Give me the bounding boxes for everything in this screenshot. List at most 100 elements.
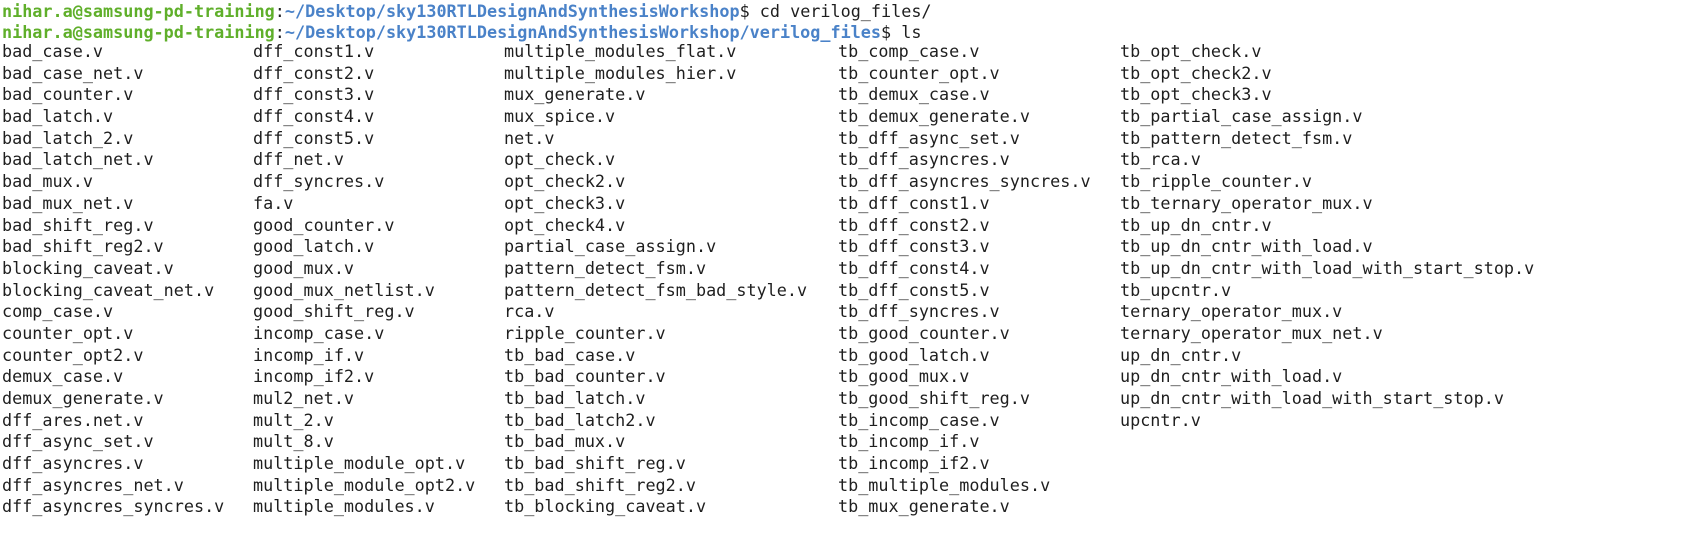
file-entry: tb_dff_const3.v <box>838 236 990 257</box>
file-entry: tb_bad_shift_reg.v <box>504 453 686 474</box>
file-entry: tb_mux_generate.v <box>838 496 1010 517</box>
file-entry: tb_up_dn_cntr_with_load_with_start_stop.… <box>1120 257 1535 278</box>
file-entry: upcntr.v <box>1120 409 1201 430</box>
file-entry: tb_opt_check2.v <box>1120 62 1272 83</box>
file-entry: tb_dff_async_set.v <box>838 127 1020 148</box>
file-entry: multiple_modules.v <box>253 496 435 517</box>
file-entry: good_latch.v <box>253 236 375 257</box>
file-entry: dff_syncres.v <box>253 171 385 192</box>
prompt-symbol: $ <box>881 22 892 42</box>
file-entry: incomp_if.v <box>253 344 365 365</box>
prompt-user-host: nihar.a@samsung-pd-training <box>2 1 275 21</box>
file-entry: counter_opt2.v <box>2 344 144 365</box>
file-entry: tb_good_counter.v <box>838 322 1010 343</box>
file-entry: bad_shift_reg2.v <box>2 236 164 257</box>
file-entry: demux_case.v <box>2 366 124 387</box>
file-entry: dff_const5.v <box>253 127 375 148</box>
file-entry: tb_demux_generate.v <box>838 106 1030 127</box>
file-entry: bad_latch_2.v <box>2 127 134 148</box>
file-entry: dff_const4.v <box>253 106 375 127</box>
file-entry: tb_pattern_detect_fsm.v <box>1120 127 1353 148</box>
file-entry: good_shift_reg.v <box>253 301 415 322</box>
file-entry: tb_ternary_operator_mux.v <box>1120 192 1373 213</box>
file-entry: incomp_if2.v <box>253 366 375 387</box>
file-entry: up_dn_cntr_with_load.v <box>1120 366 1343 387</box>
prompt-path: ~/Desktop/sky130RTLDesignAndSynthesisWor… <box>284 22 881 42</box>
file-entry: good_mux.v <box>253 257 355 278</box>
file-entry: tb_dff_const1.v <box>838 192 990 213</box>
prompt-path: ~/Desktop/sky130RTLDesignAndSynthesisWor… <box>284 1 740 21</box>
file-entry: up_dn_cntr_with_load_with_start_stop.v <box>1120 388 1504 408</box>
file-entry: tb_dff_const2.v <box>838 214 990 235</box>
file-entry: tb_up_dn_cntr_with_load.v <box>1120 236 1373 257</box>
file-entry: tb_bad_case.v <box>504 344 636 365</box>
file-entry: bad_counter.v <box>2 84 134 105</box>
file-entry: tb_bad_latch2.v <box>504 409 656 430</box>
file-entry: fa.v <box>253 192 294 213</box>
file-entry: tb_partial_case_assign.v <box>1120 106 1363 127</box>
file-entry: tb_dff_const5.v <box>838 279 990 300</box>
ls-column-2: dff_const1.v dff_const2.v dff_const3.v dff_… <box>253 41 475 518</box>
file-entry: good_counter.v <box>253 214 395 235</box>
file-entry: bad_mux_net.v <box>2 192 134 213</box>
file-entry: ternary_operator_mux.v <box>1120 301 1343 322</box>
file-entry: tb_upcntr.v <box>1120 279 1232 300</box>
prompt-separator: : <box>274 1 285 21</box>
file-entry: dff_const2.v <box>253 62 375 83</box>
file-entry: tb_demux_case.v <box>838 84 990 105</box>
file-entry: bad_case_net.v <box>2 62 144 83</box>
ls-column-4: tb_comp_case.v tb_counter_opt.v tb_demux_c… <box>838 41 1091 518</box>
file-entry: tb_incomp_if.v <box>838 431 980 452</box>
file-entry: dff_async_set.v <box>2 431 154 452</box>
prompt-symbol: $ <box>739 1 750 21</box>
file-entry: tb_counter_opt.v <box>838 62 1000 83</box>
file-entry: blocking_caveat.v <box>2 257 174 278</box>
file-entry: tb_bad_mux.v <box>504 431 626 452</box>
file-entry: tb_blocking_caveat.v <box>504 496 707 517</box>
prompt-line-ls: nihar.a@samsung-pd-training:~/Desktop/sk… <box>2 21 921 43</box>
prompt-command: cd verilog_files/ <box>749 1 932 21</box>
file-entry: tb_opt_check3.v <box>1120 84 1272 105</box>
file-entry: comp_case.v <box>2 301 114 322</box>
file-entry: mux_spice.v <box>504 106 616 127</box>
file-entry: dff_ares.net.v <box>2 409 144 430</box>
file-entry: mul2_net.v <box>253 388 355 408</box>
file-entry: ternary_operator_mux_net.v <box>1120 322 1383 343</box>
prompt-command: ls <box>891 22 922 42</box>
prompt-separator: : <box>274 22 285 42</box>
file-entry: tb_good_mux.v <box>838 366 970 387</box>
file-entry: multiple_modules_hier.v <box>504 62 737 83</box>
file-entry: tb_bad_counter.v <box>504 366 666 387</box>
file-entry: tb_good_shift_reg.v <box>838 388 1030 408</box>
file-entry: tb_incomp_case.v <box>838 409 1000 430</box>
file-entry: tb_dff_asyncres_syncres.v <box>838 171 1091 192</box>
file-entry: tb_incomp_if2.v <box>838 453 990 474</box>
prompt-user-host: nihar.a@samsung-pd-training <box>2 22 275 42</box>
file-entry: tb_ripple_counter.v <box>1120 171 1312 192</box>
file-entry: multiple_module_opt2.v <box>253 474 476 495</box>
file-entry: ripple_counter.v <box>504 322 666 343</box>
file-entry: bad_latch.v <box>2 106 114 127</box>
file-entry: tb_good_latch.v <box>838 344 990 365</box>
file-entry: counter_opt.v <box>2 322 134 343</box>
file-entry: tb_up_dn_cntr.v <box>1120 214 1272 235</box>
file-entry: dff_net.v <box>253 149 344 170</box>
file-entry: multiple_module_opt.v <box>253 453 466 474</box>
file-entry: tb_bad_latch.v <box>504 388 646 408</box>
file-entry: dff_asyncres_net.v <box>2 474 184 495</box>
file-entry: dff_asyncres_syncres.v <box>2 496 225 517</box>
prompt-line-cd: nihar.a@samsung-pd-training:~/Desktop/sk… <box>2 0 932 22</box>
terminal-window[interactable]: nihar.a@samsung-pd-training:~/Desktop/sk… <box>0 0 1687 537</box>
file-entry: tb_dff_const4.v <box>838 257 990 278</box>
file-entry: bad_mux.v <box>2 171 93 192</box>
file-entry: pattern_detect_fsm_bad_style.v <box>504 279 808 300</box>
file-entry: bad_latch_net.v <box>2 149 154 170</box>
ls-column-5: tb_opt_check.v tb_opt_check2.v tb_opt_chec… <box>1120 41 1534 431</box>
file-entry: net.v <box>504 127 555 148</box>
file-entry: tb_dff_syncres.v <box>838 301 1000 322</box>
file-entry: dff_const3.v <box>253 84 375 105</box>
file-entry: opt_check2.v <box>504 171 626 192</box>
ls-column-3: multiple_modules_flat.v multiple_modules_… <box>504 41 807 518</box>
file-entry: tb_bad_shift_reg2.v <box>504 474 696 495</box>
file-entry: rca.v <box>504 301 555 322</box>
